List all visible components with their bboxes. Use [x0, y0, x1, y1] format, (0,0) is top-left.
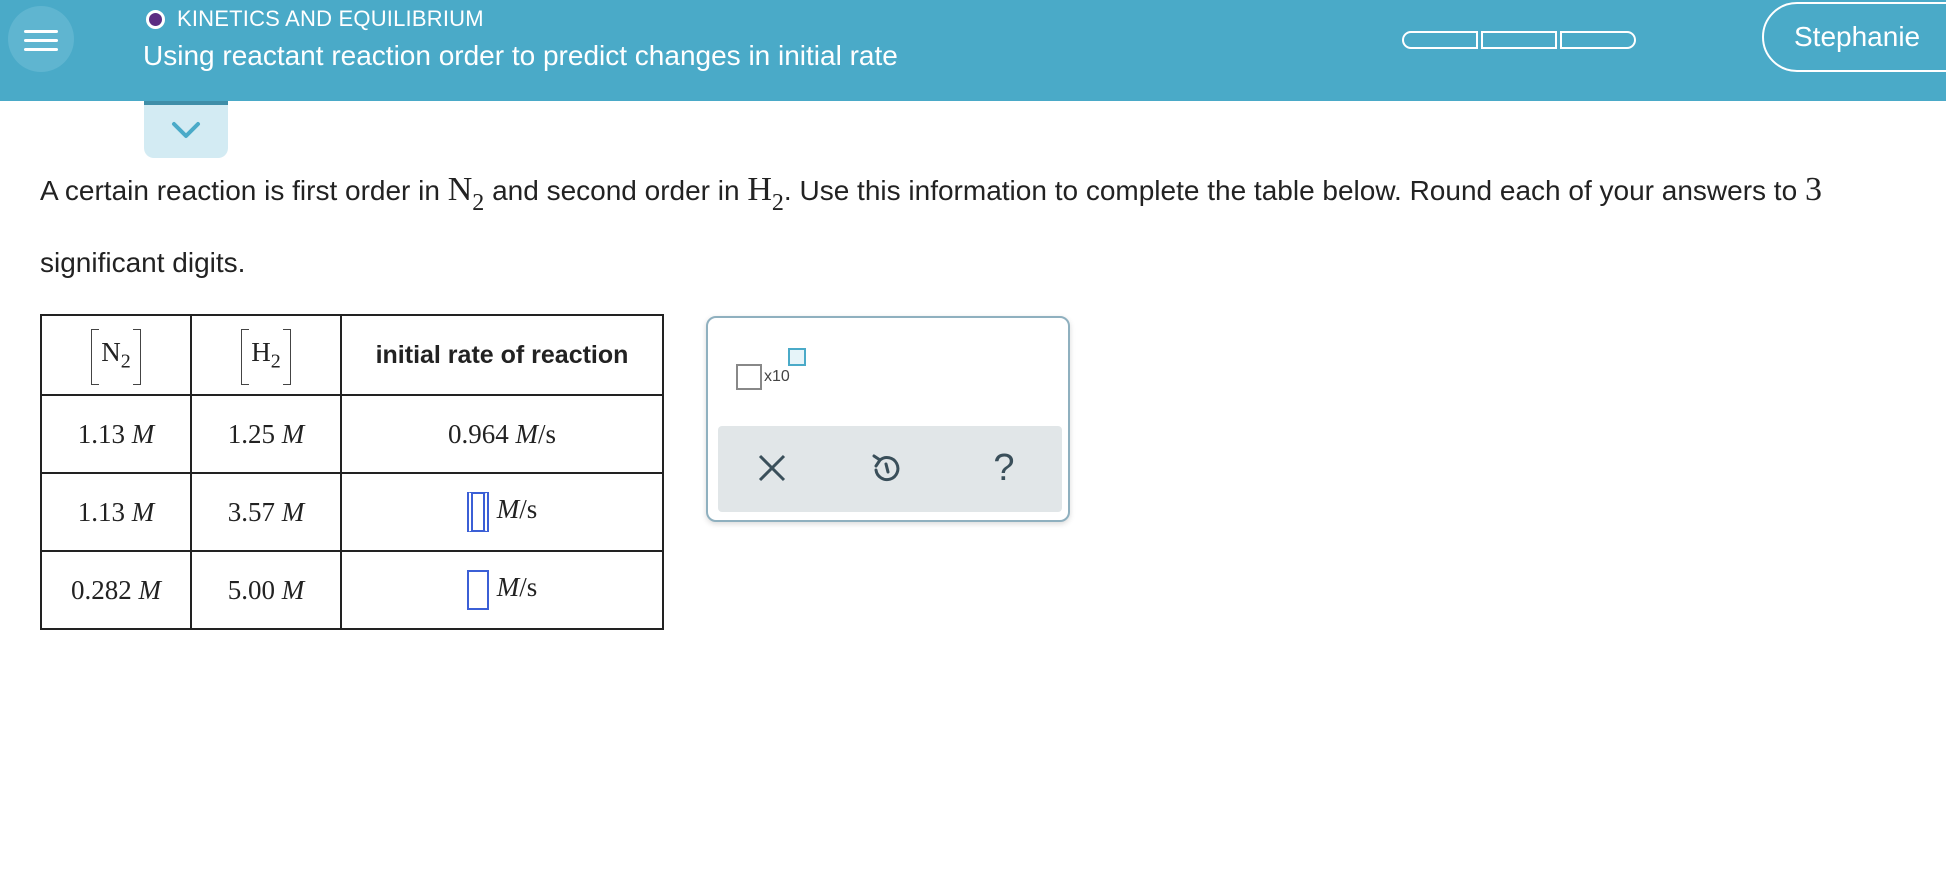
cell-h2: 3.57 M	[190, 472, 342, 552]
close-icon	[758, 454, 786, 482]
table-row: 0.282 M 5.00 M M/s	[40, 550, 664, 630]
header-n2: N2	[40, 314, 192, 396]
cell-value: 1.13	[77, 496, 125, 527]
formula-subscript: 2	[472, 190, 485, 216]
chemical-formula-h2: H2	[747, 171, 784, 216]
formula-symbol: H	[747, 171, 772, 208]
formula-subscript: 2	[120, 350, 131, 373]
help-button[interactable]: ?	[984, 448, 1024, 488]
rate-answer-input[interactable]	[466, 492, 489, 532]
cell-value: 3.57	[227, 496, 275, 527]
placeholder-box-icon	[736, 364, 762, 390]
cell-unit: M	[281, 418, 305, 449]
menu-button[interactable]	[8, 6, 74, 72]
cell-h2: 5.00 M	[190, 550, 342, 630]
palette-action-bar: ?	[718, 426, 1062, 512]
cell-unit: M	[281, 496, 305, 527]
cell-rate: M/s	[340, 472, 664, 552]
topic-label: KINETICS AND EQUILIBRIUM	[177, 6, 484, 31]
cell-rate: M/s	[340, 550, 664, 630]
question-text-part: A certain reaction is first order in	[40, 175, 448, 206]
cell-value: 0.282	[71, 574, 132, 605]
menu-icon-line	[24, 48, 58, 51]
cell-value: 5.00	[227, 574, 275, 605]
menu-icon	[24, 30, 58, 33]
cell-n2: 1.13 M	[40, 394, 192, 474]
formula-subscript: 2	[771, 190, 784, 216]
collapse-header-button[interactable]	[144, 101, 228, 158]
header-rate: initial rate of reaction	[340, 314, 664, 396]
cell-n2: 0.282 M	[40, 550, 192, 630]
chevron-down-icon	[172, 122, 200, 138]
cell-unit: M	[281, 574, 305, 605]
undo-icon	[872, 454, 900, 482]
sig-digits-value: 3	[1804, 171, 1822, 208]
sci-notation-label: x10	[764, 368, 790, 385]
rate-table: N2 H2 initial rate of reaction 1.13 M 1.…	[40, 314, 664, 630]
scientific-notation-button[interactable]: x10	[736, 348, 806, 398]
topic-indicator-icon	[146, 9, 165, 29]
cell-unit: M	[496, 572, 520, 603]
cell-unit: /s	[519, 572, 538, 603]
progress-segment	[1560, 31, 1636, 49]
cell-h2: 1.25 M	[190, 394, 342, 474]
user-menu-button[interactable]: Stephanie	[1762, 2, 1946, 72]
progress-segment	[1481, 31, 1557, 49]
table-row: 1.13 M 1.25 M 0.964 M/s	[40, 394, 664, 474]
clear-button[interactable]	[752, 448, 792, 488]
answer-palette: x10 ?	[706, 316, 1070, 522]
exponent-box-icon	[788, 348, 806, 366]
page-title: Using reactant reaction order to predict…	[143, 40, 898, 71]
cell-value: 0.964	[447, 418, 509, 449]
cell-unit: M	[131, 496, 155, 527]
progress-bar	[1402, 31, 1636, 49]
cell-value: 1.25	[227, 418, 275, 449]
menu-icon-line	[24, 39, 58, 42]
rate-answer-input[interactable]	[466, 570, 489, 610]
concentration-bracket: N2	[91, 328, 141, 386]
cell-value: 1.13	[77, 418, 125, 449]
cell-unit: /s	[519, 494, 538, 525]
table-row: 1.13 M 3.57 M M/s	[40, 472, 664, 552]
question-text-part: . Use this information to complete the t…	[783, 175, 1805, 206]
cell-unit: M	[138, 574, 162, 605]
formula-subscript: 2	[270, 350, 281, 373]
cell-unit: M	[131, 418, 155, 449]
question-text: A certain reaction is first order in N2 …	[40, 160, 1920, 293]
progress-segment	[1402, 31, 1478, 49]
top-bar: KINETICS AND EQUILIBRIUM Using reactant …	[0, 0, 1946, 101]
table-header-row: N2 H2 initial rate of reaction	[40, 314, 664, 396]
cell-unit: M	[496, 494, 520, 525]
cell-n2: 1.13 M	[40, 472, 192, 552]
undo-button[interactable]	[866, 448, 906, 488]
formula-symbol: H	[251, 336, 271, 367]
topic-row: KINETICS AND EQUILIBRIUM	[146, 4, 484, 34]
header-h2: H2	[190, 314, 342, 396]
question-text-part: and second order in	[484, 175, 748, 206]
chemical-formula-n2: N2	[447, 171, 485, 216]
concentration-bracket: H2	[241, 328, 291, 386]
formula-symbol: N	[447, 171, 473, 208]
cell-rate: 0.964 M/s	[340, 394, 664, 474]
question-text-part: significant digits.	[40, 247, 246, 278]
formula-symbol: N	[101, 336, 121, 367]
cell-unit: /s	[537, 418, 556, 449]
cell-unit: M	[515, 418, 538, 449]
